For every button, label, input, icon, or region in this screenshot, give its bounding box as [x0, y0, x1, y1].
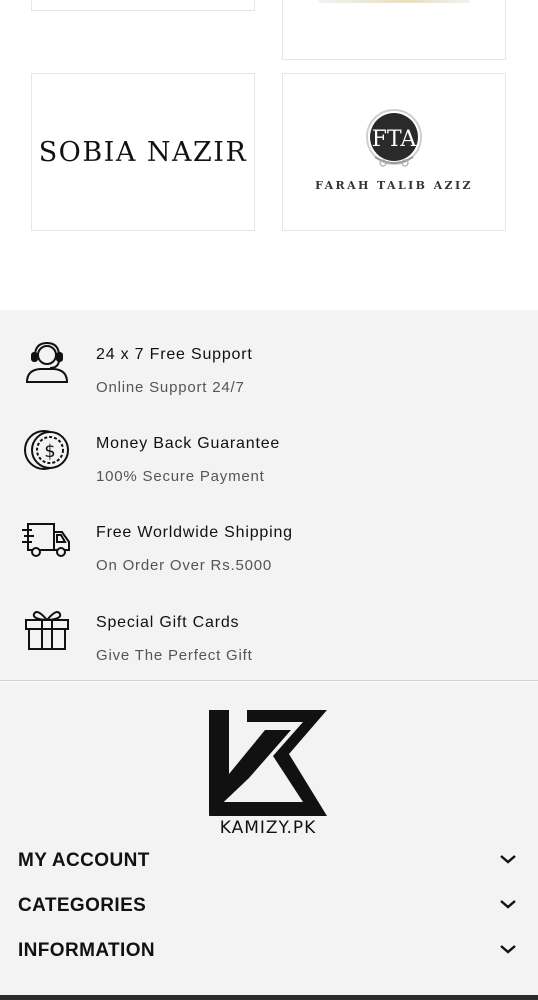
chevron-down-icon — [500, 855, 516, 864]
gift-box-icon — [22, 606, 72, 652]
fta-emblem-logo: FTA — [366, 108, 422, 167]
feature-money-back: $ Money Back Guarantee 100% Secure Payme… — [0, 411, 538, 491]
accordion-label: INFORMATION — [18, 940, 156, 961]
brand-logo-sobia-nazir: SOBIA NAZIR — [38, 136, 248, 168]
feature-subtitle: On Order Over Rs.5000 — [96, 557, 273, 574]
customer-support-icon — [22, 338, 72, 384]
feature-title: Free Worldwide Shipping — [96, 524, 293, 541]
feature-title: Money Back Guarantee — [96, 435, 281, 452]
feature-title: 24 x 7 Free Support — [96, 346, 253, 363]
bottom-bar — [0, 995, 538, 1000]
kamizy-logo[interactable]: KAMIZY.PK — [207, 708, 329, 842]
feature-shipping: Free Worldwide Shipping On Order Over Rs… — [0, 500, 538, 580]
accordion-my-account[interactable]: MY ACCOUNT — [18, 850, 518, 880]
accordion-label: MY ACCOUNT — [18, 850, 150, 871]
feature-subtitle: Give The Perfect Gift — [96, 647, 253, 664]
kamizy-logo-text: KAMIZY.PK — [219, 818, 317, 838]
footer: KAMIZY.PK MY ACCOUNT CATEGORIES INFORMAT… — [0, 682, 538, 1000]
feature-subtitle: Online Support 24/7 — [96, 379, 245, 396]
brand-logo-partial — [318, 0, 470, 3]
accordion-categories[interactable]: CATEGORIES — [18, 895, 518, 925]
money-back-icon: $ — [22, 427, 72, 473]
feature-subtitle: 100% Secure Payment — [96, 468, 265, 485]
page: SOBIA NAZIR FTA FARAH TALIB AZIZ 24 x 7 … — [0, 0, 538, 1000]
brand-card-top-right[interactable] — [282, 0, 506, 60]
feature-title: Special Gift Cards — [96, 614, 240, 631]
svg-text:$: $ — [44, 441, 55, 462]
feature-support: 24 x 7 Free Support Online Support 24/7 — [0, 322, 538, 402]
accordion-information[interactable]: INFORMATION — [18, 940, 518, 970]
brand-card-sobia-nazir[interactable]: SOBIA NAZIR — [31, 73, 255, 231]
features-section: 24 x 7 Free Support Online Support 24/7 … — [0, 310, 538, 681]
shipping-truck-icon — [22, 516, 72, 562]
kamizy-logo-mark — [209, 710, 327, 816]
chevron-down-icon — [500, 900, 516, 909]
brand-grid: SOBIA NAZIR FTA FARAH TALIB AZIZ — [0, 0, 538, 310]
chevron-down-icon — [500, 945, 516, 954]
brand-logo-farah-talib-aziz: FARAH TALIB AZIZ — [315, 178, 473, 192]
brand-card-top-left[interactable] — [31, 0, 255, 11]
accordion-label: CATEGORIES — [18, 895, 147, 916]
brand-card-farah-talib-aziz[interactable]: FTA FARAH TALIB AZIZ — [282, 73, 506, 231]
fta-monogram: FTA — [372, 127, 418, 152]
feature-gift-cards: Special Gift Cards Give The Perfect Gift — [0, 590, 538, 670]
